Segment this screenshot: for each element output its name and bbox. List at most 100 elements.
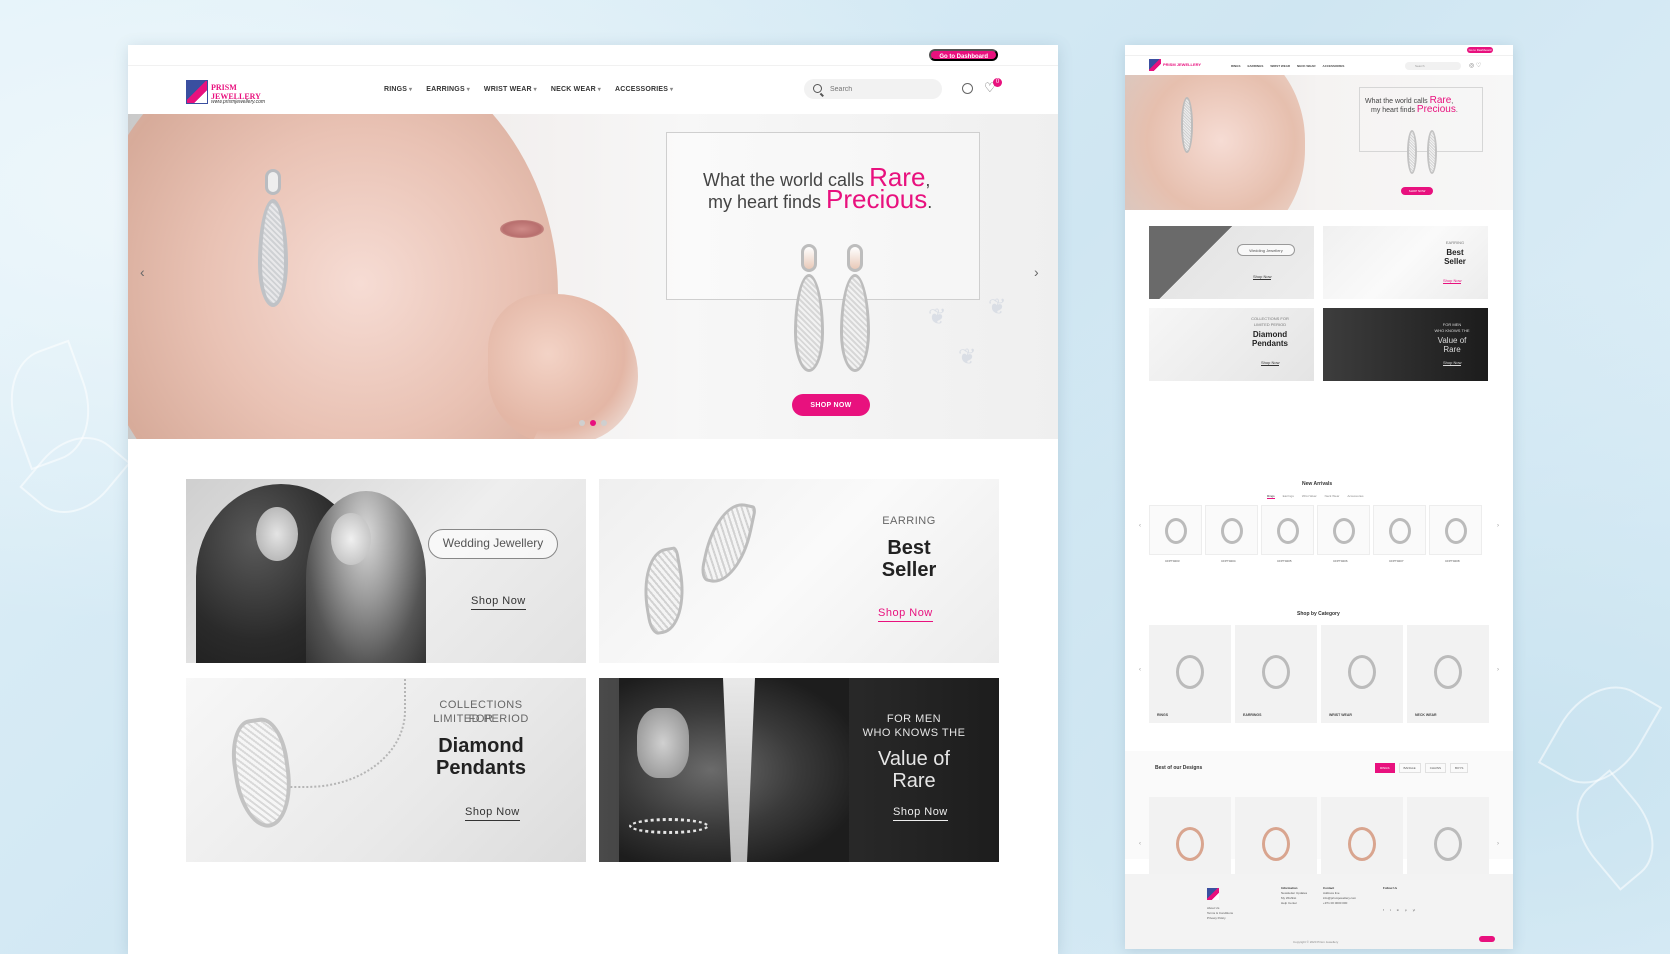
carousel-dot-3[interactable] <box>601 420 607 426</box>
preview-logo[interactable] <box>1149 59 1161 71</box>
carousel-next-arrow[interactable]: › <box>1034 264 1039 280</box>
preview-nav-neck-wear[interactable]: NECK WEAR <box>1297 64 1316 68</box>
woman-face <box>331 513 371 565</box>
nav-item-rings[interactable]: RINGS <box>384 86 412 93</box>
product-card[interactable] <box>1373 505 1426 555</box>
product-code: CFPT0206 <box>1333 559 1348 563</box>
product-code: CFPT0207 <box>1389 559 1404 563</box>
promo-tile-wedding[interactable]: Wedding Jewellery Shop Now <box>186 479 586 663</box>
hero-product-earrings <box>788 244 876 374</box>
product-code: CFPT0205 <box>1277 559 1292 563</box>
man-hand <box>637 708 689 778</box>
tab-wrist-wear[interactable]: Wrist Wear <box>1302 494 1317 499</box>
footer-col-information: Information Newsletter Updates My Wishli… <box>1281 886 1307 906</box>
preview-dashboard-button[interactable]: Go to Dashboard <box>1467 47 1493 53</box>
product-card[interactable] <box>1317 505 1370 555</box>
product-card[interactable] <box>1149 505 1202 555</box>
preview-nav-accessories[interactable]: ACCESSORIES <box>1323 64 1345 68</box>
wedding-shop-now-link[interactable]: Shop Now <box>471 595 526 610</box>
preview-heart-icon[interactable]: ◎ ♡ <box>1469 62 1481 69</box>
hero-headline-line2: my heart finds Precious. <box>708 184 933 214</box>
pinterest-icon[interactable]: p <box>1405 908 1407 912</box>
tab-earrings[interactable]: Earrings <box>1283 494 1294 499</box>
youtube-icon[interactable]: yt <box>1413 908 1415 912</box>
carousel-dot-1[interactable] <box>579 420 585 426</box>
promo-tile-best-seller[interactable]: EARRING Best Seller Shop Now <box>599 479 999 663</box>
tab-accessories[interactable]: Accessories <box>1347 494 1363 499</box>
category-card-rings[interactable]: RINGS <box>1149 625 1231 723</box>
social-icons: f t in p yt <box>1383 908 1415 912</box>
preview-tile-pendants[interactable]: COLLECTIONS FOR LIMITED PERIOD Diamond P… <box>1149 308 1314 381</box>
preview-nav-rings[interactable]: RINGS <box>1231 64 1241 68</box>
best-prev-arrow[interactable]: ‹ <box>1139 841 1141 847</box>
pendants-title-2: Pendants <box>435 757 527 779</box>
best-tab-rings[interactable]: RINGS <box>1375 763 1395 773</box>
preview-hero-line2: my heart finds Precious. <box>1371 104 1458 115</box>
men-shop-now-link[interactable]: Shop Now <box>893 806 948 821</box>
preview-product-earring-left <box>1407 130 1417 174</box>
preview-nav-wrist-wear[interactable]: WRIST WEAR <box>1270 64 1290 68</box>
category-card-earrings[interactable]: EARRINGS <box>1235 625 1317 723</box>
linkedin-icon[interactable]: in <box>1397 908 1399 912</box>
best-tab-bangle[interactable]: BANGLE <box>1398 763 1421 773</box>
preview-men-link[interactable]: Shop Now <box>1443 360 1462 366</box>
user-icon[interactable] <box>962 83 973 94</box>
category-next-arrow[interactable]: › <box>1497 667 1499 673</box>
preview-wedding-ribbon: Wedding Jewellery <box>1237 244 1295 256</box>
brand-logo[interactable]: PRISM JEWELLERY www.prismjewellery.com <box>186 74 286 110</box>
footer-col-about: About Us Terms & Conditions Privacy Poli… <box>1207 906 1233 921</box>
back-to-top-button[interactable] <box>1479 936 1495 942</box>
category-card-neck-wear[interactable]: NECK WEAR <box>1407 625 1489 723</box>
nav-item-neck-wear[interactable]: NECK WEAR <box>551 86 601 93</box>
twitter-icon[interactable]: t <box>1390 908 1391 912</box>
product-card[interactable] <box>1429 505 1482 555</box>
category-card-wrist-wear[interactable]: WRIST WEAR <box>1321 625 1403 723</box>
preview-tile-men[interactable]: FOR MEN WHO KNOWS THE Value of Rare Shop… <box>1323 308 1488 381</box>
carousel-prev-arrow[interactable]: ‹ <box>140 264 145 280</box>
preview-best-seller-title-2: Seller <box>1444 257 1466 266</box>
go-to-dashboard-button[interactable]: Go to Dashboard <box>929 49 998 61</box>
best-seller-shop-now-link[interactable]: Shop Now <box>878 607 933 622</box>
footer-link[interactable]: Privacy Policy <box>1207 916 1233 921</box>
category-prev-arrow[interactable]: ‹ <box>1139 667 1141 673</box>
product-card[interactable] <box>1205 505 1258 555</box>
preview-hero-shop-now-button[interactable]: SHOP NOW <box>1401 187 1433 195</box>
best-next-arrow[interactable]: › <box>1497 841 1499 847</box>
shop-by-category-title: Shop by Category <box>1297 611 1340 617</box>
preview-search-input[interactable]: Search <box>1405 62 1461 70</box>
preview-wedding-link[interactable]: Shop Now <box>1253 274 1272 280</box>
best-seller-title-1: Best <box>887 537 931 559</box>
preview-men-title-1: Value of <box>1437 336 1467 345</box>
preview-tile-best-seller[interactable]: EARRING Best Seller Shop Now <box>1323 226 1488 299</box>
preview-pendants-link[interactable]: Shop Now <box>1261 360 1280 366</box>
footer-link[interactable]: Help Center <box>1281 901 1307 906</box>
promo-tile-men[interactable]: FOR MEN WHO KNOWS THE Value of Rare Shop… <box>599 678 999 862</box>
woman-face <box>256 507 298 561</box>
pendants-shop-now-link[interactable]: Shop Now <box>465 806 520 821</box>
new-arrivals-next-arrow[interactable]: › <box>1497 523 1499 529</box>
preview-nav-earrings[interactable]: EARRINGS <box>1248 64 1264 68</box>
facebook-icon[interactable]: f <box>1383 908 1384 912</box>
carousel-dot-2[interactable] <box>590 420 596 426</box>
best-tab-boys[interactable]: BOYS <box>1450 763 1469 773</box>
search-icon[interactable] <box>813 84 822 93</box>
promo-tile-diamond-pendants[interactable]: COLLECTIONS FOR LIMITED PERIOD Diamond P… <box>186 678 586 862</box>
best-tab-chains[interactable]: CHAINS <box>1424 763 1447 773</box>
preview-navbar: PRISM JEWELLERY RINGS EARRINGS WRIST WEA… <box>1125 55 1513 75</box>
preview-tile-wedding[interactable]: Wedding Jewellery Shop Now <box>1149 226 1314 299</box>
tab-neck-wear[interactable]: Neck Wear <box>1325 494 1340 499</box>
product-card[interactable] <box>1261 505 1314 555</box>
tab-rings[interactable]: Rings <box>1267 494 1275 499</box>
preview-model-face <box>1125 75 1305 210</box>
new-arrivals-prev-arrow[interactable]: ‹ <box>1139 523 1141 529</box>
hero-shop-now-button[interactable]: SHOP NOW <box>792 394 870 416</box>
search-input[interactable] <box>804 79 942 99</box>
preview-best-seller-link[interactable]: Shop Now <box>1443 278 1462 284</box>
nav-item-earrings[interactable]: EARRINGS <box>426 86 470 93</box>
nav-item-accessories[interactable]: ACCESSORIES <box>615 86 673 93</box>
best-designs-tabs: RINGS BANGLE CHAINS BOYS <box>1375 763 1469 773</box>
product-code: CFPT0208 <box>1445 559 1460 563</box>
product-code: CFPT0204 <box>1221 559 1236 563</box>
nav-item-wrist-wear[interactable]: WRIST WEAR <box>484 86 537 93</box>
footer-col-contact: Contact Address line info@prismjewellery… <box>1323 886 1356 906</box>
